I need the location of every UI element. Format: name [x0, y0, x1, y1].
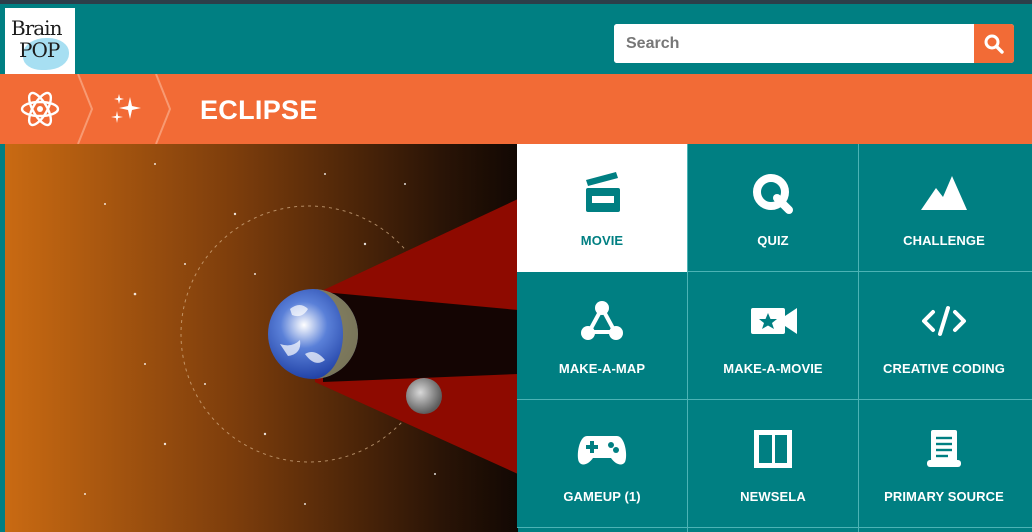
- search-button[interactable]: [974, 24, 1014, 63]
- eclipse-illustration: [5, 144, 518, 532]
- feature-label: PRIMARY SOURCE: [884, 489, 1004, 504]
- grid-divider: [517, 527, 1032, 528]
- feature-label: NEWSELA: [740, 489, 806, 504]
- concept-map-icon: [581, 301, 623, 340]
- book-icon: [754, 430, 792, 468]
- grid-divider: [858, 144, 859, 532]
- feature-tile-primary-source[interactable]: PRIMARY SOURCE: [859, 400, 1029, 528]
- feature-tile-challenge[interactable]: CHALLENGE: [859, 144, 1029, 272]
- brainpop-logo[interactable]: Brain POP: [5, 8, 75, 78]
- feature-tile-quiz[interactable]: QUIZ: [688, 144, 858, 272]
- feature-label: CREATIVE CODING: [883, 361, 1005, 376]
- video-camera-star-icon: [751, 308, 797, 334]
- logo-text-brain: Brain: [11, 16, 62, 40]
- breadcrumb-science[interactable]: [0, 74, 80, 144]
- breadcrumb-space[interactable]: [94, 74, 158, 144]
- gamepad-icon: [577, 436, 627, 465]
- breadcrumb-separator: [77, 74, 94, 144]
- feature-label: MAKE-A-MAP: [558, 361, 646, 376]
- feature-label: MOVIE: [580, 233, 624, 248]
- code-icon: [922, 306, 966, 336]
- breadcrumb-separator: [155, 74, 172, 144]
- feature-tile-newsela[interactable]: NEWSELA: [688, 400, 858, 528]
- feature-label: MAKE-A-MOVIE: [723, 361, 823, 376]
- feature-label: GAMEUP (1): [563, 489, 641, 504]
- feature-label: QUIZ: [757, 233, 789, 248]
- sparkles-icon: [111, 94, 141, 123]
- feature-grid: MOVIE QUIZ CHALLENGE MAKE-A-MAP MAKE-A-M…: [517, 144, 1032, 532]
- atom-icon: [20, 91, 60, 127]
- feature-tile-make-a-movie[interactable]: MAKE-A-MOVIE: [688, 272, 858, 400]
- logo-text-pop: POP: [19, 38, 60, 62]
- clapperboard-icon: [586, 172, 620, 212]
- feature-tile-movie[interactable]: MOVIE: [517, 144, 687, 272]
- grid-divider: [687, 144, 688, 532]
- page-title: ECLIPSE: [200, 95, 318, 125]
- grid-divider: [687, 271, 1032, 272]
- breadcrumb: ECLIPSE: [0, 74, 1032, 144]
- search-box: [614, 24, 1014, 63]
- feature-tile-creative-coding[interactable]: CREATIVE CODING: [859, 272, 1029, 400]
- scroll-icon: [927, 430, 961, 467]
- search-input[interactable]: [614, 24, 974, 63]
- search-icon: [984, 34, 1004, 54]
- mountain-icon: [921, 176, 967, 210]
- feature-tile-make-a-map[interactable]: MAKE-A-MAP: [517, 272, 687, 400]
- feature-tile-gameup[interactable]: GAMEUP (1): [517, 400, 687, 528]
- quiz-q-icon: [753, 174, 793, 214]
- grid-divider: [517, 399, 1032, 400]
- site-header: Brain POP: [0, 4, 1032, 78]
- movie-preview[interactable]: [0, 144, 518, 532]
- feature-label: CHALLENGE: [903, 233, 985, 248]
